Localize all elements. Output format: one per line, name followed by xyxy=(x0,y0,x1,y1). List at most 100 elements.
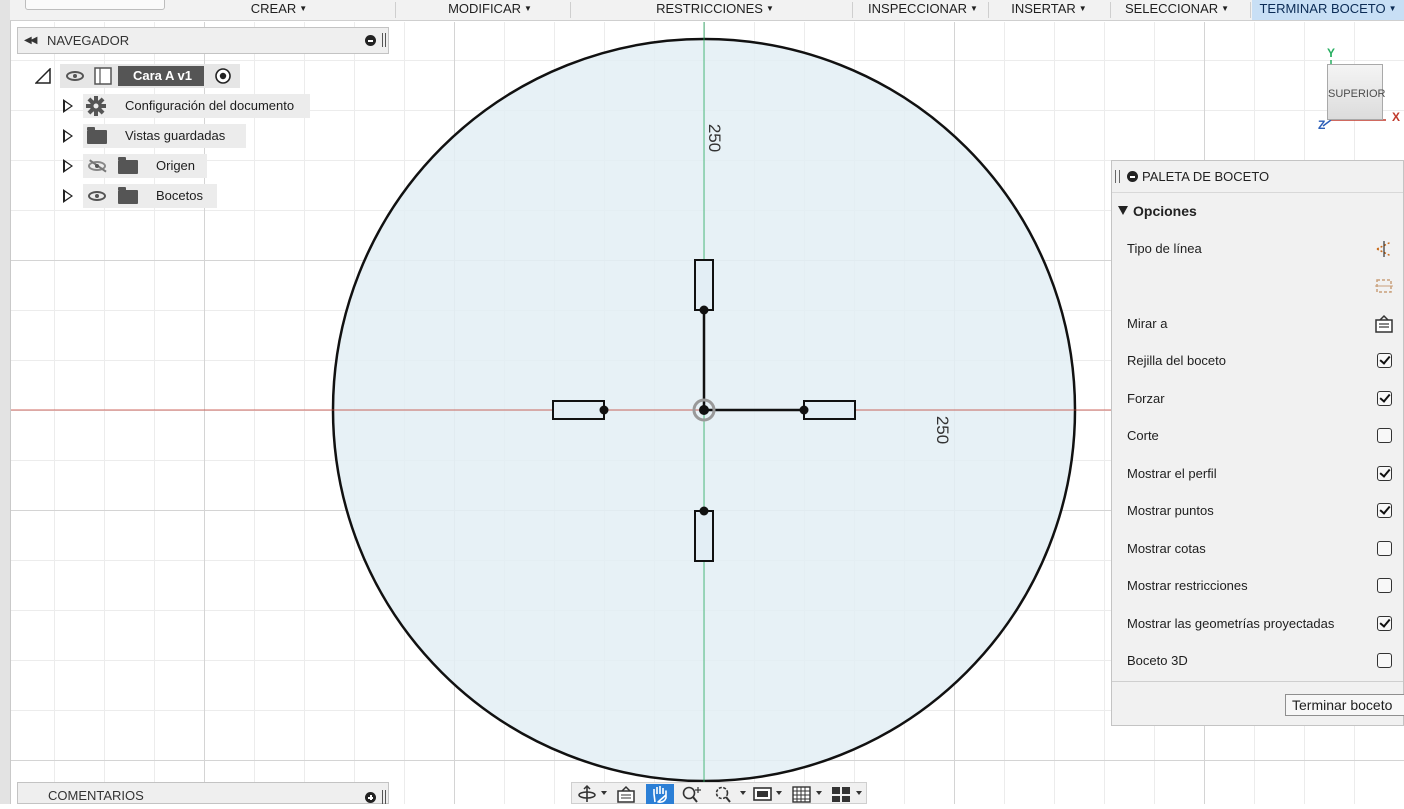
option-snap[interactable]: Forzar xyxy=(1127,386,1392,412)
browser-item-label: Origen xyxy=(156,158,196,173)
view-cube[interactable]: Y SUPERIOR X Z xyxy=(1316,46,1404,132)
sketch-point xyxy=(699,506,709,516)
add-comment-icon[interactable] xyxy=(365,792,376,803)
expanded-triangle-icon xyxy=(1118,206,1128,215)
centerline-icon[interactable] xyxy=(1374,276,1394,296)
expanded-triangle-icon[interactable] xyxy=(35,68,51,84)
collapsed-triangle-icon[interactable] xyxy=(63,159,73,173)
sketch-point xyxy=(699,305,709,315)
slice-checkbox[interactable] xyxy=(1377,428,1392,443)
browser-item-origin[interactable]: Origen xyxy=(58,154,218,178)
view-cube-face[interactable]: SUPERIOR xyxy=(1327,64,1385,120)
option-label: Mostrar las geometrías proyectadas xyxy=(1127,616,1335,631)
show-constraints-checkbox[interactable] xyxy=(1377,578,1392,593)
menu-terminar-boceto[interactable]: TERMINAR BOCETO ▼ xyxy=(1252,0,1404,20)
minimize-icon[interactable] xyxy=(365,35,376,46)
browser-header[interactable]: ◀◀ NAVEGADOR xyxy=(17,27,389,54)
option-show-projected-geometries[interactable]: Mostrar las geometrías proyectadas xyxy=(1127,611,1392,637)
dimension-label-vertical[interactable]: 250 xyxy=(704,124,724,152)
folder-icon xyxy=(87,127,107,144)
menu-insertar[interactable]: INSERTAR ▼ xyxy=(1000,0,1098,20)
sketch-point xyxy=(599,405,609,415)
option-look-at: Mirar a xyxy=(1127,311,1393,337)
fit-icon[interactable] xyxy=(712,784,734,804)
top-toolbar: CREAR ▼ MODIFICAR ▼ RESTRICCIONES ▼ INSPECC… xyxy=(10,0,1404,21)
caret-down-icon: ▼ xyxy=(970,4,978,13)
grid-icon[interactable] xyxy=(791,784,813,804)
eye-hidden-icon[interactable] xyxy=(88,161,106,171)
caret-down-icon: ▼ xyxy=(765,4,774,13)
option-label: Corte xyxy=(1127,428,1159,443)
window-left-edge xyxy=(0,0,11,804)
orbit-icon[interactable] xyxy=(576,784,598,804)
folder-icon xyxy=(118,187,138,204)
gear-icon xyxy=(86,96,106,116)
construction-line-icon[interactable] xyxy=(1374,239,1394,259)
option-show-dimensions[interactable]: Mostrar cotas xyxy=(1127,536,1392,562)
option-label: Forzar xyxy=(1127,391,1165,406)
menu-seleccionar[interactable]: SELECCIONAR ▼ xyxy=(1116,0,1238,20)
toolbar-separator xyxy=(1250,2,1251,18)
menu-restricciones[interactable]: RESTRICCIONES ▼ xyxy=(635,0,795,20)
component-icon xyxy=(94,67,112,85)
browser-root[interactable]: Cara A v1 xyxy=(30,64,245,88)
toolbar-separator xyxy=(395,2,396,18)
menu-inspeccionar[interactable]: INSPECCIONAR ▼ xyxy=(862,0,984,20)
grid-dropdown-icon[interactable] xyxy=(816,791,822,795)
option-sketch-grid[interactable]: Rejilla del boceto xyxy=(1127,348,1392,374)
options-section-header[interactable]: Opciones xyxy=(1118,203,1197,219)
viewports-dropdown-icon[interactable] xyxy=(856,791,862,795)
menu-crear[interactable]: CREAR ▼ xyxy=(228,0,330,20)
collapse-left-icon[interactable]: ◀◀ xyxy=(24,28,37,53)
pin-icon[interactable] xyxy=(382,790,386,804)
browser-item-sketches[interactable]: Bocetos xyxy=(58,184,228,208)
snap-checkbox[interactable] xyxy=(1377,391,1392,406)
finish-sketch-button[interactable]: Terminar boceto xyxy=(1285,694,1404,716)
dimension-label-horizontal[interactable]: 250 xyxy=(932,416,952,444)
pin-icon[interactable] xyxy=(1115,170,1120,183)
palette-title: PALETA DE BOCETO xyxy=(1142,169,1270,184)
viewports-icon[interactable] xyxy=(830,784,852,804)
axis-z-label: Z xyxy=(1318,118,1326,132)
show-dimensions-checkbox[interactable] xyxy=(1377,541,1392,556)
option-show-points[interactable]: Mostrar puntos xyxy=(1127,498,1392,524)
activate-radio-icon[interactable] xyxy=(214,67,232,85)
pan-icon[interactable] xyxy=(646,784,674,804)
pin-icon[interactable] xyxy=(382,33,386,47)
browser-title: NAVEGADOR xyxy=(47,33,130,48)
show-projected-geometries-checkbox[interactable] xyxy=(1377,616,1392,631)
zoom-icon[interactable] xyxy=(680,784,704,804)
option-label: Tipo de línea xyxy=(1127,241,1202,256)
option-label: Mirar a xyxy=(1127,316,1168,331)
look-at-icon[interactable] xyxy=(1374,314,1394,334)
display-settings-icon[interactable] xyxy=(752,784,774,804)
fit-dropdown-icon[interactable] xyxy=(740,791,746,795)
3d-sketch-checkbox[interactable] xyxy=(1377,653,1392,668)
menu-modificar[interactable]: MODIFICAR ▼ xyxy=(420,0,560,20)
option-label: Mostrar el perfil xyxy=(1127,466,1217,481)
comments-panel-header[interactable]: COMENTARIOS xyxy=(17,782,389,804)
collapsed-triangle-icon[interactable] xyxy=(63,189,73,203)
option-show-constraints[interactable]: Mostrar restricciones xyxy=(1127,573,1392,599)
orbit-dropdown-icon[interactable] xyxy=(601,791,607,795)
toolbar-search-box[interactable] xyxy=(25,0,165,10)
collapsed-triangle-icon[interactable] xyxy=(63,129,73,143)
look-at-icon[interactable] xyxy=(615,784,637,804)
eye-icon[interactable] xyxy=(88,191,106,201)
palette-divider xyxy=(1112,681,1403,682)
option-3d-sketch[interactable]: Boceto 3D xyxy=(1127,648,1392,674)
minimize-icon[interactable] xyxy=(1127,171,1138,182)
sketch-grid-checkbox[interactable] xyxy=(1377,353,1392,368)
eye-icon[interactable] xyxy=(66,71,84,81)
option-show-profile[interactable]: Mostrar el perfil xyxy=(1127,461,1392,487)
browser-item-document-settings[interactable]: Configuración del documento xyxy=(58,94,318,118)
browser-item-saved-views[interactable]: Vistas guardadas xyxy=(58,124,258,148)
show-points-checkbox[interactable] xyxy=(1377,503,1392,518)
option-slice[interactable]: Corte xyxy=(1127,423,1392,449)
collapsed-triangle-icon[interactable] xyxy=(63,99,73,113)
origin-point-center xyxy=(699,405,709,415)
display-dropdown-icon[interactable] xyxy=(776,791,782,795)
show-profile-checkbox[interactable] xyxy=(1377,466,1392,481)
palette-header[interactable]: PALETA DE BOCETO xyxy=(1112,161,1403,193)
root-label: Cara A v1 xyxy=(133,68,193,83)
